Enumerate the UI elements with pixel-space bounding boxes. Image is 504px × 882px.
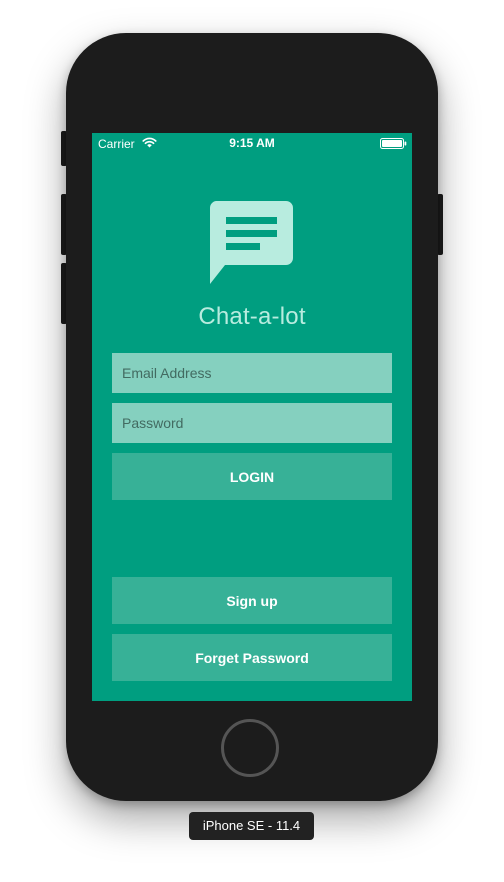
simulator-window: Carrier 9:15 AM Chat-a-lot LOGIN Sign up [0, 0, 504, 882]
signup-button[interactable]: Sign up [112, 577, 392, 624]
home-button[interactable] [221, 719, 279, 777]
device-label: iPhone SE - 11.4 [189, 812, 314, 840]
status-bar: Carrier 9:15 AM [92, 133, 412, 153]
app-screen: Carrier 9:15 AM Chat-a-lot LOGIN Sign up [92, 133, 412, 701]
status-time: 9:15 AM [229, 136, 275, 150]
battery-icon [380, 138, 407, 149]
app-title: Chat-a-lot [198, 303, 306, 330]
email-field[interactable] [112, 353, 392, 393]
password-field[interactable] [112, 403, 392, 443]
login-button[interactable]: LOGIN [112, 453, 392, 500]
chat-bubble-icon [209, 201, 293, 284]
forget-password-button[interactable]: Forget Password [112, 634, 392, 681]
